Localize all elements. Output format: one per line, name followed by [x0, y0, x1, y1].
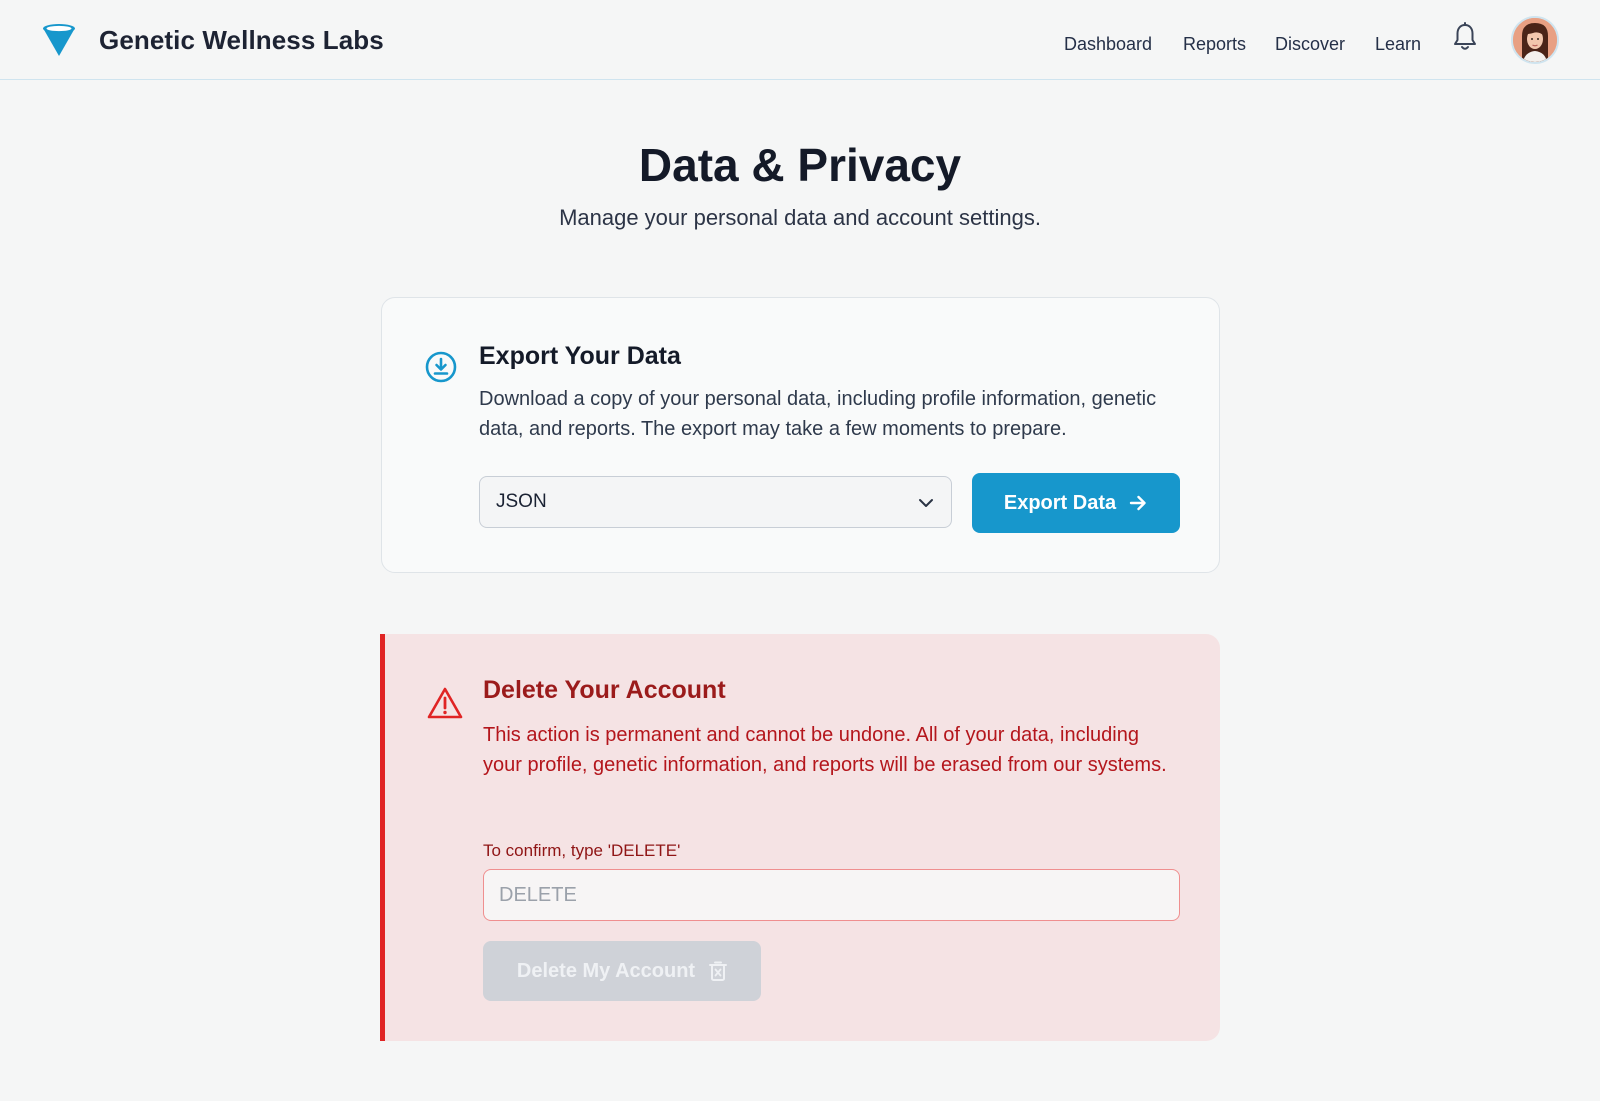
export-data-card: Export Your Data Download a copy of your…: [381, 297, 1220, 573]
delete-account-button[interactable]: Delete My Account: [483, 941, 761, 1001]
nav-link-discover[interactable]: Discover: [1275, 28, 1345, 60]
export-title: Export Your Data: [479, 342, 681, 370]
avatar-portrait: [1513, 18, 1557, 62]
bell-icon[interactable]: [1452, 22, 1478, 52]
nav-link-dashboard[interactable]: Dashboard: [1064, 28, 1152, 60]
download-icon: [425, 351, 457, 383]
page-title: Data & Privacy: [638, 139, 962, 191]
avatar[interactable]: [1511, 16, 1559, 64]
delete-button-label: Delete My Account: [516, 959, 696, 982]
confirm-label: To confirm, type 'DELETE': [483, 841, 681, 860]
nav-link-learn[interactable]: Learn: [1375, 28, 1421, 60]
export-format-value: JSON: [496, 491, 547, 512]
page-subtitle: Manage your personal data and account se…: [559, 205, 1041, 230]
top-navigation-bar: Genetic Wellness Labs Dashboard Reports …: [0, 0, 1600, 80]
export-description: Download a copy of your personal data, i…: [479, 388, 1157, 440]
export-format-select[interactable]: JSON: [479, 476, 952, 528]
arrow-right-icon: [1129, 495, 1146, 511]
delete-account-card: Delete Your Account This action is perma…: [380, 634, 1220, 1041]
delete-confirm-input[interactable]: [483, 869, 1180, 921]
warning-icon: [427, 687, 463, 719]
nav-link-reports[interactable]: Reports: [1183, 28, 1246, 60]
export-button-label: Export Data: [1003, 491, 1117, 514]
trash-icon: [709, 961, 728, 981]
chevron-down-icon: [919, 499, 933, 507]
brand[interactable]: Genetic Wellness Labs: [41, 20, 384, 60]
delete-title: Delete Your Account: [483, 676, 726, 704]
brand-logo-icon: [43, 24, 75, 56]
export-data-button[interactable]: Export Data: [972, 473, 1180, 533]
brand-name: Genetic Wellness Labs: [99, 24, 384, 55]
delete-description: This action is permanent and cannot be u…: [483, 724, 1167, 776]
